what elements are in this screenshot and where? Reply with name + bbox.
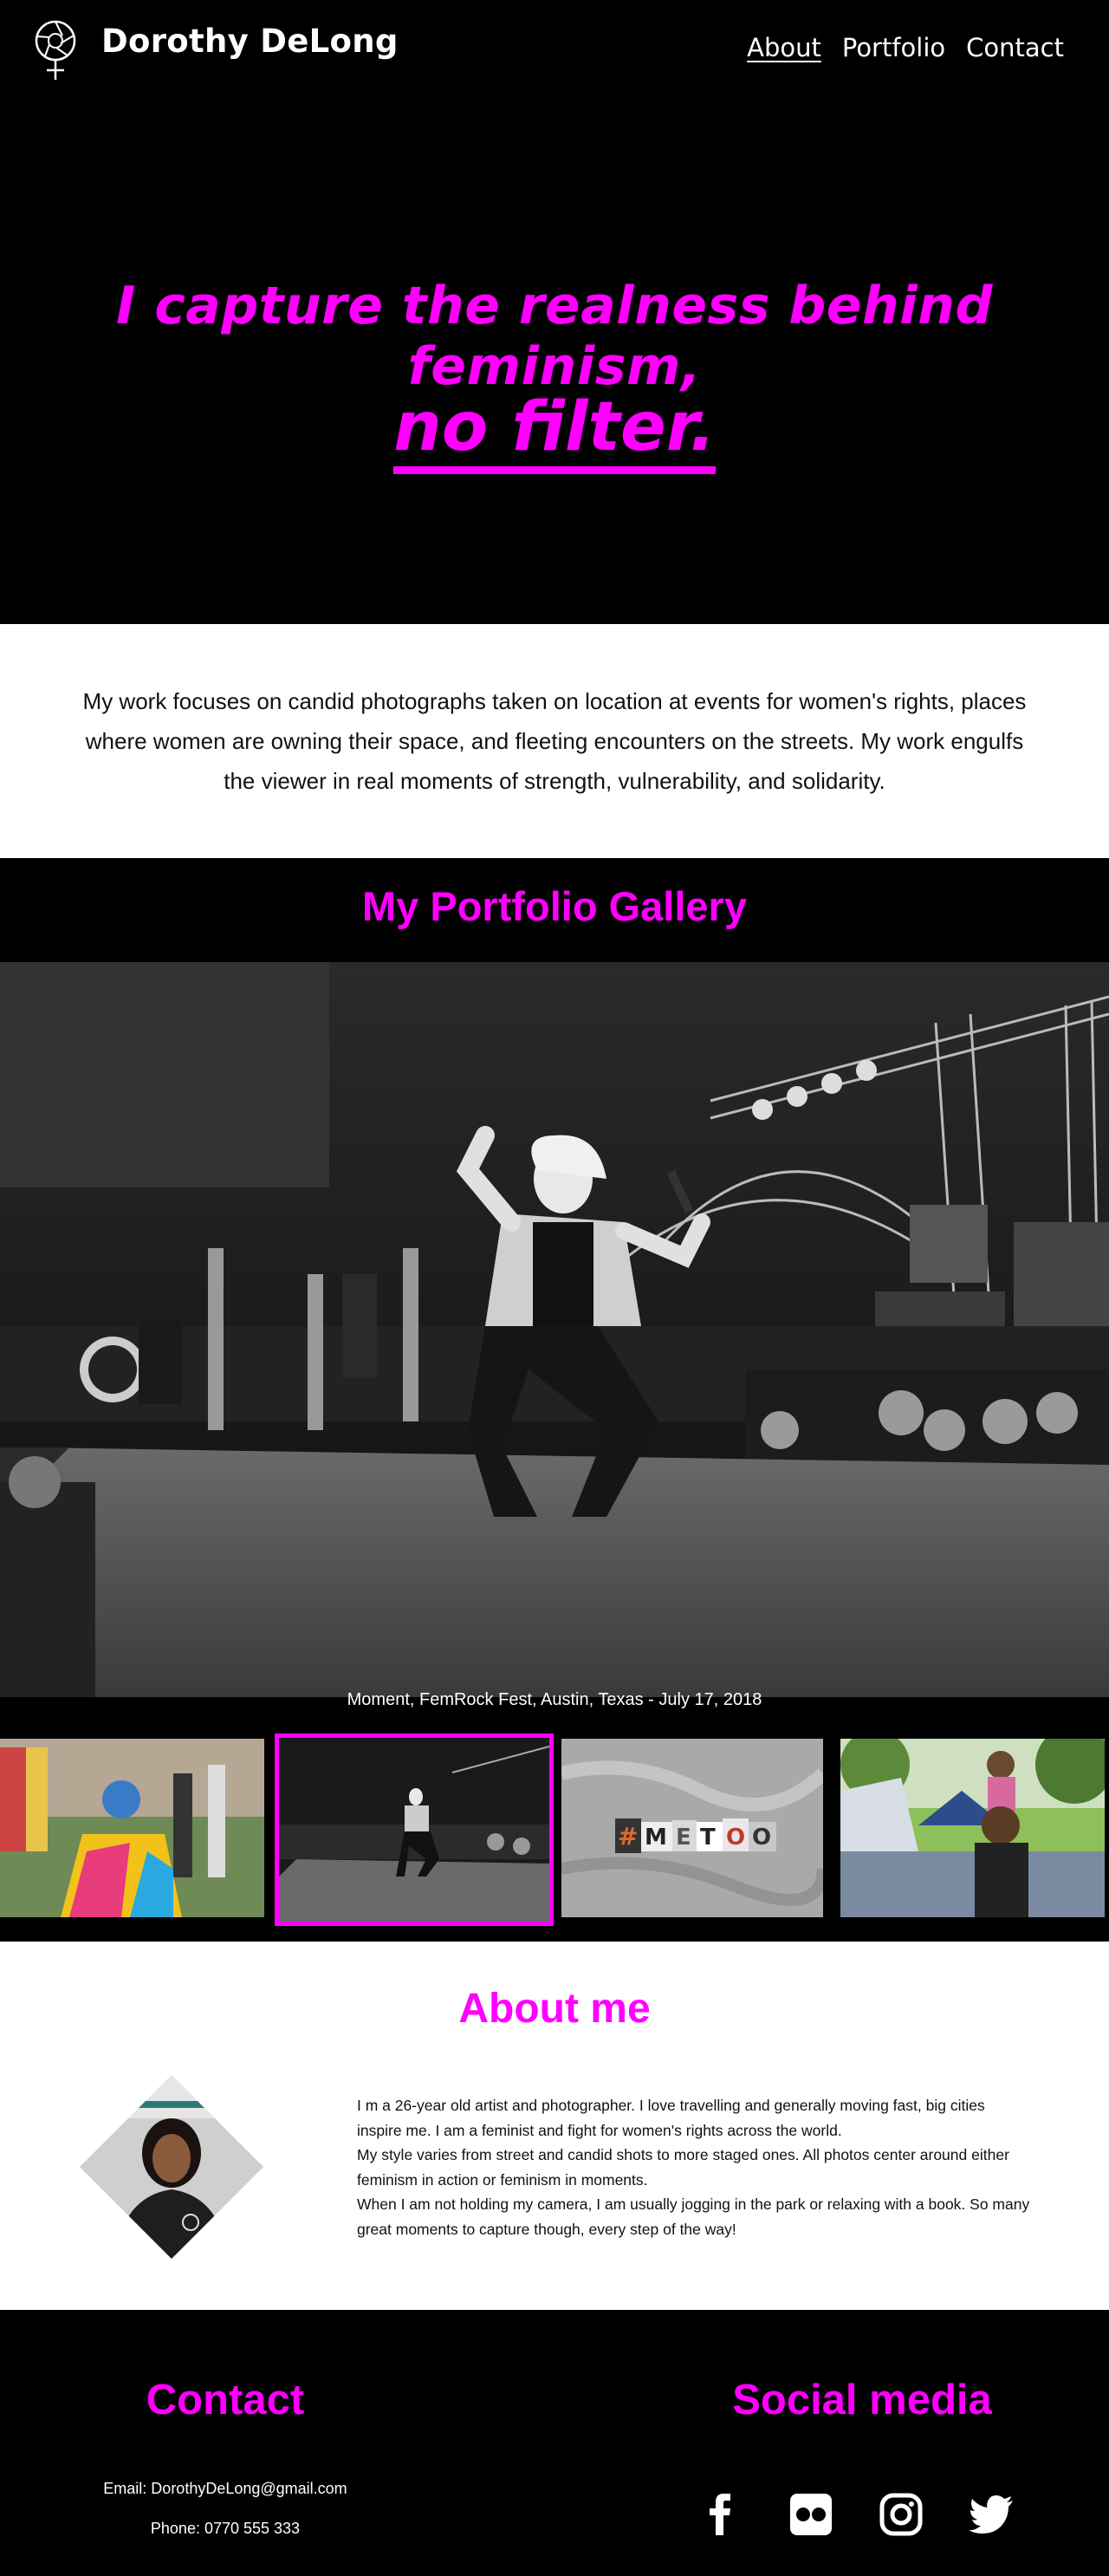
svg-text:O: O xyxy=(752,1825,771,1851)
svg-text:E: E xyxy=(676,1825,691,1851)
instagram-icon[interactable] xyxy=(879,2492,924,2537)
contact-title: Contact xyxy=(146,2377,305,2423)
gallery-main-photo[interactable] xyxy=(0,962,1109,1697)
about-text: I m a 26-year old artist and photographe… xyxy=(357,2093,1033,2241)
pride-flag-crowd-photo xyxy=(0,1739,264,1917)
contact-email[interactable]: Email: DorothyDeLong@gmail.com xyxy=(0,2480,451,2498)
svg-text:O: O xyxy=(726,1825,745,1851)
svg-text:#: # xyxy=(618,1822,638,1851)
twitter-icon[interactable] xyxy=(969,2492,1014,2537)
hero-tagline-text: no filter. xyxy=(393,394,716,475)
intro-section: My work focuses on candid photographs ta… xyxy=(0,624,1109,858)
svg-text:T: T xyxy=(700,1825,716,1851)
social-icon-row xyxy=(698,2492,1014,2537)
site-footer: Contact Email: DorothyDeLong@gmail.com P… xyxy=(0,2310,1109,2576)
thumbnail-stage-performer[interactable] xyxy=(275,1734,554,1926)
nav-about-link[interactable]: About xyxy=(747,33,821,62)
hero-tagline: no filter. xyxy=(0,388,1109,475)
nav-portfolio-link[interactable]: Portfolio xyxy=(842,33,945,62)
thumbnail-pride-flag-crowd[interactable] xyxy=(0,1739,264,1917)
flickr-icon[interactable] xyxy=(788,2492,833,2537)
about-paragraph: When I am not holding my camera, I am us… xyxy=(357,2195,1030,2238)
thumbnail-strip: # M E T O O xyxy=(0,1734,1109,1928)
stage-performer-thumb xyxy=(279,1738,549,1922)
stage-performer-photo xyxy=(0,962,1109,1697)
facebook-icon[interactable] xyxy=(698,2492,743,2537)
main-nav: About Portfolio Contact xyxy=(747,33,1064,62)
father-daughter-festival-photo xyxy=(840,1739,1105,1917)
portfolio-gallery: My Portfolio Gallery Moment, FemRock Fes… xyxy=(0,858,1109,1942)
social-media-title: Social media xyxy=(732,2377,992,2423)
contact-phone[interactable]: Phone: 0770 555 333 xyxy=(0,2520,451,2538)
thumbnail-father-daughter-festival[interactable] xyxy=(840,1739,1105,1917)
nav-contact-link[interactable]: Contact xyxy=(966,33,1064,62)
svg-text:M: M xyxy=(645,1825,667,1851)
about-paragraph: I m a 26-year old artist and photographe… xyxy=(357,2097,985,2139)
brand-name[interactable]: Dorothy DeLong xyxy=(101,23,399,60)
hero-headline: I capture the realness behind feminism, xyxy=(116,276,993,397)
metoo-letters-photo: # M E T O O xyxy=(561,1739,823,1917)
venus-camera-aperture-icon[interactable] xyxy=(33,19,78,81)
gallery-title: My Portfolio Gallery xyxy=(362,883,747,929)
thumbnail-metoo-letters[interactable]: # M E T O O xyxy=(561,1739,823,1917)
intro-text: My work focuses on candid photographs ta… xyxy=(82,688,1027,794)
photo-caption: Moment, FemRock Fest, Austin, Texas - Ju… xyxy=(347,1690,762,1709)
about-section: About me I m a 26-year old artist and ph… xyxy=(0,1942,1109,2310)
portrait-photo xyxy=(80,2075,263,2259)
about-title: About me xyxy=(458,1986,651,2032)
site-header: Dorothy DeLong About Portfolio Contact I… xyxy=(0,0,1109,624)
about-paragraph: My style varies from street and candid s… xyxy=(357,2146,1009,2189)
